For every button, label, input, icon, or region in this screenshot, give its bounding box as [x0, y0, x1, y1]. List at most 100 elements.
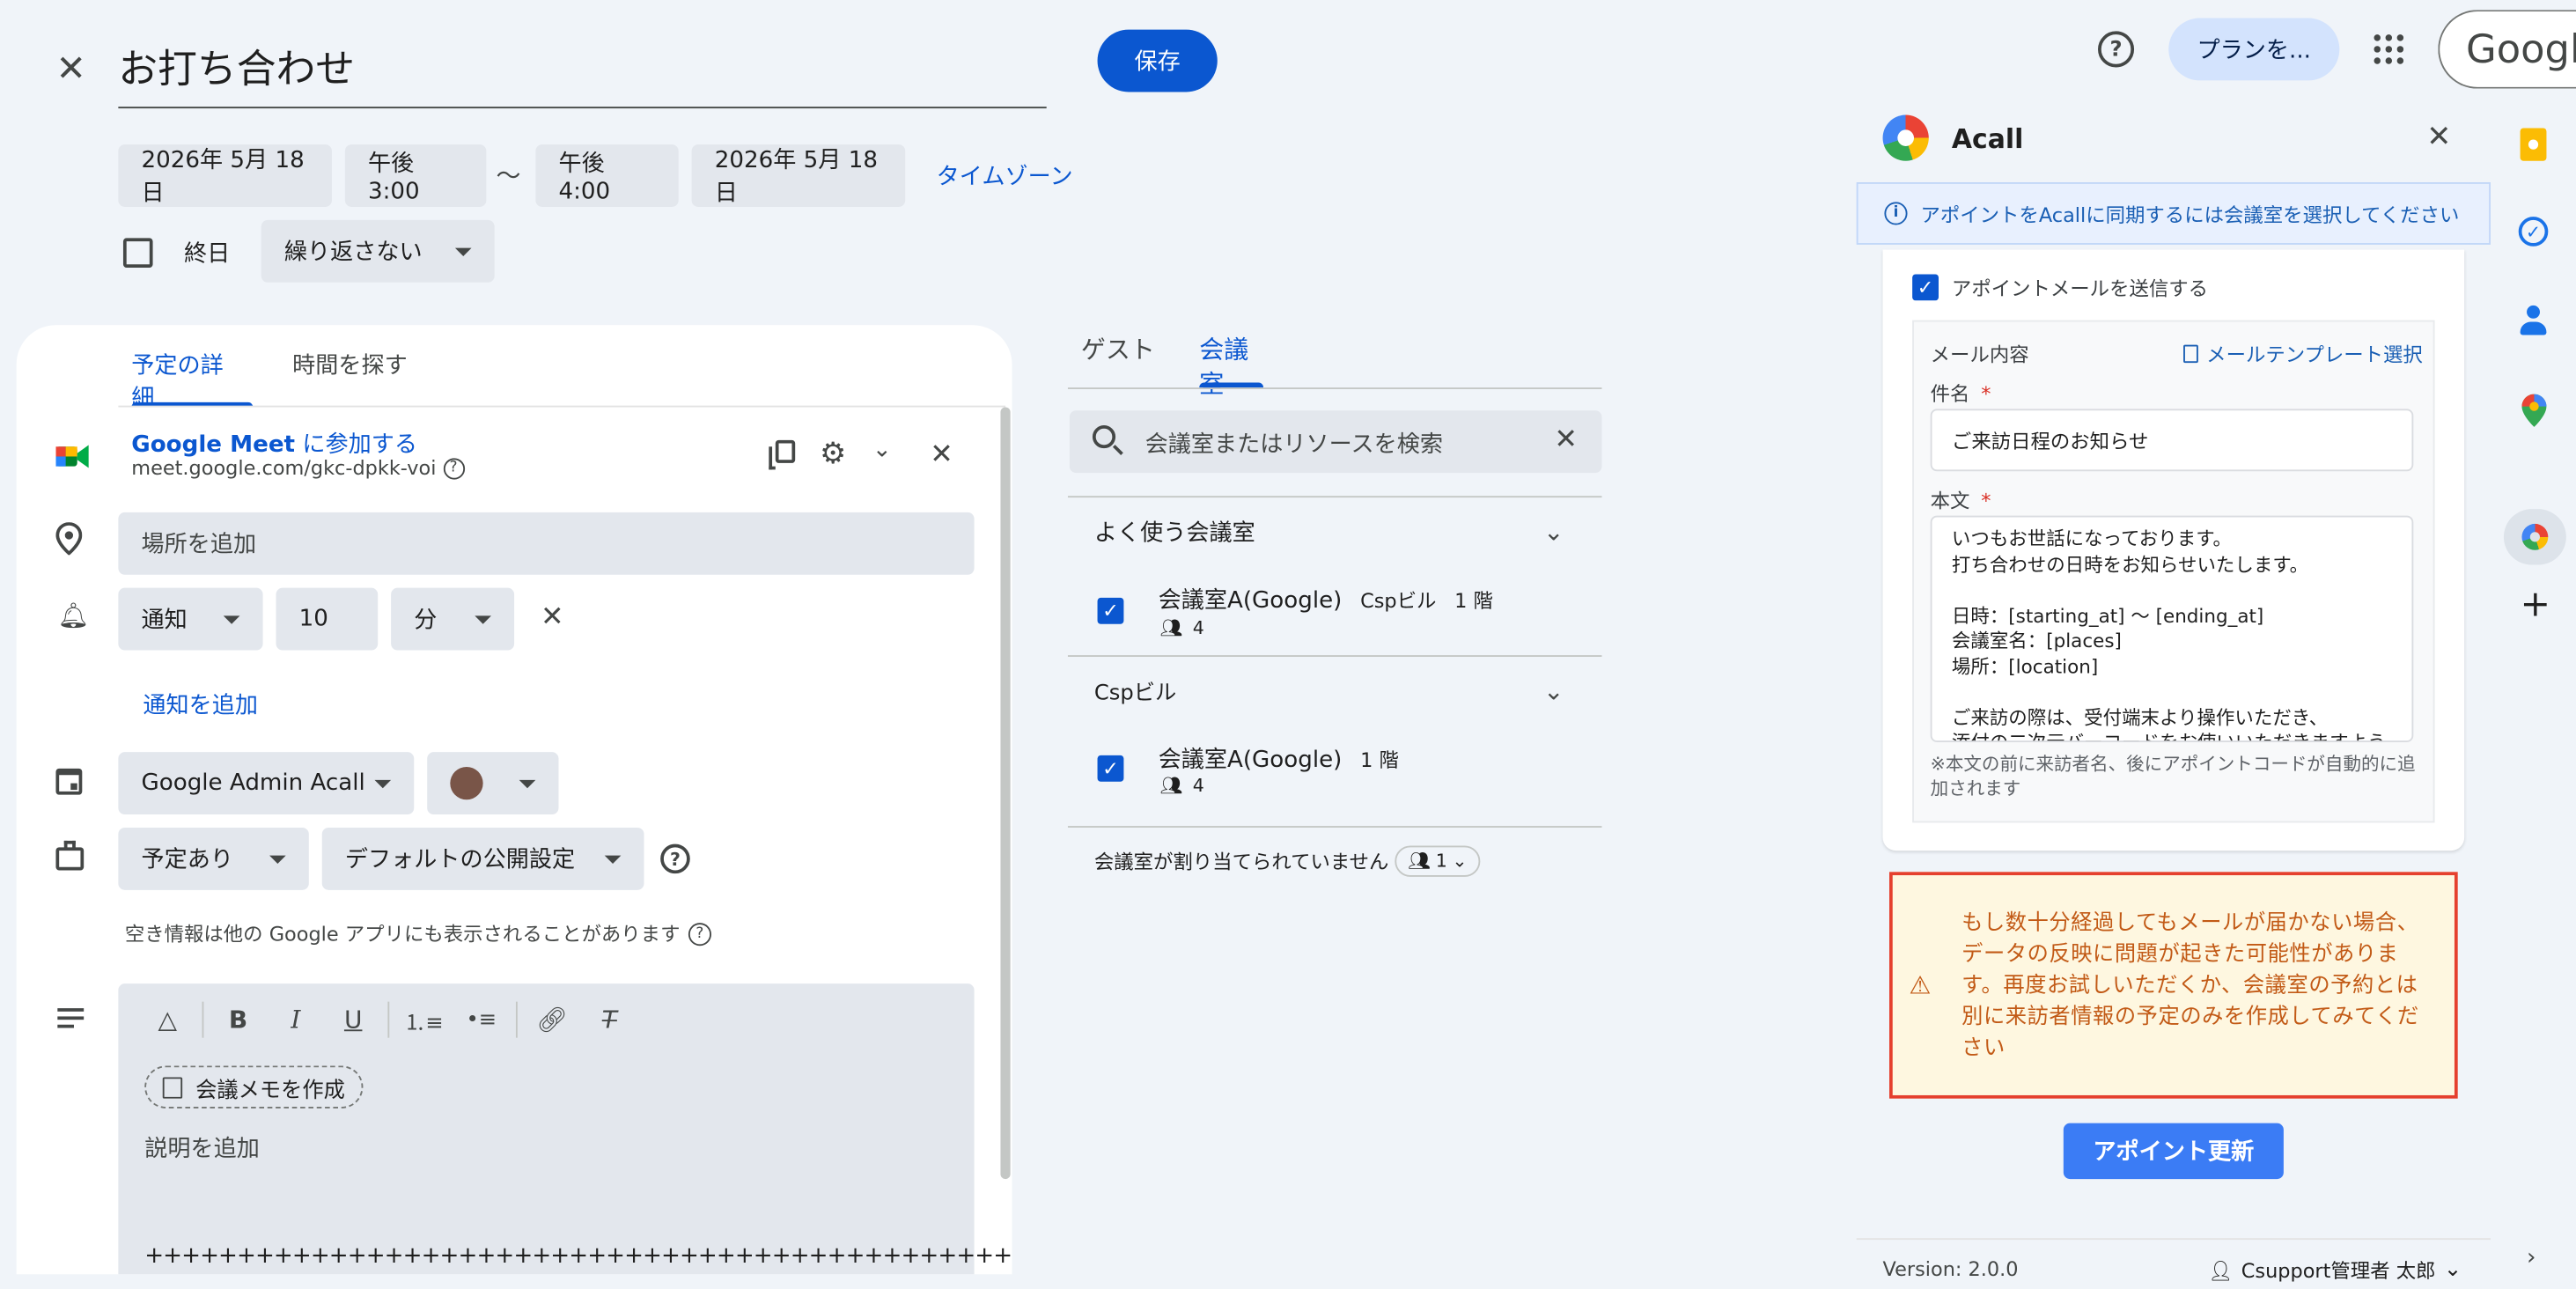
scrollbar[interactable] [1000, 407, 1011, 1180]
info-banner-text: アポイントをAcallに同期するには会議室を選択してください [1920, 203, 2460, 226]
link-icon[interactable]: 🔗︎ [529, 997, 575, 1042]
chevron-right-icon[interactable]: › [2527, 1245, 2536, 1271]
end-time-button[interactable]: 午後4:00 [535, 144, 679, 207]
location-pin-icon [55, 522, 83, 562]
apps-grid-icon[interactable] [2374, 34, 2404, 64]
start-time-button[interactable]: 午後3:00 [344, 144, 487, 207]
save-button[interactable]: 保存 [1097, 29, 1218, 92]
calendar-select[interactable]: Google Admin Acall [118, 752, 415, 815]
unassigned-guest-chip[interactable]: 👥︎ 1 ⌄ [1395, 845, 1481, 877]
add-notification-link[interactable]: 通知を追加 [143, 688, 258, 720]
chevron-down-icon [374, 778, 392, 788]
update-appointment-button[interactable]: アポイント更新 [2063, 1123, 2284, 1180]
plan-button[interactable]: プランを... [2168, 18, 2340, 81]
user-menu[interactable]: 👤︎ Csupport管理者 太郎 ⌄ [2208, 1256, 2462, 1285]
repeat-dropdown[interactable]: 繰り返さない [261, 219, 495, 283]
body-line: いつもお世話になっております。 [1951, 527, 2232, 550]
acall-app-icon[interactable] [2503, 509, 2566, 565]
title-text: お打ち合わせ [118, 46, 356, 92]
clear-search-icon[interactable]: ✕ [1554, 424, 1578, 456]
meet-join-link[interactable]: Google Meet に参加する [131, 427, 417, 460]
chevron-down-icon [604, 854, 622, 864]
notification-value-input[interactable]: 10 [276, 587, 379, 651]
room-search-input[interactable]: 会議室またはリソースを検索 ✕ [1069, 410, 1602, 474]
notification-type-dropdown[interactable]: 通知 [118, 587, 263, 651]
italic-icon[interactable]: I [273, 997, 319, 1042]
close-icon[interactable]: ✕ [541, 601, 564, 634]
underline-icon[interactable]: U [330, 997, 376, 1042]
divider [1067, 496, 1602, 498]
timezone-link[interactable]: タイムゾーン [937, 159, 1073, 192]
send-mail-checkbox[interactable]: ✓ [1912, 274, 1939, 301]
divider [1067, 655, 1602, 657]
tab-find-time[interactable]: 時間を探す [292, 348, 408, 380]
close-icon[interactable]: ✕ [930, 438, 953, 471]
location-input[interactable]: 場所を追加 [118, 512, 975, 575]
tasks-icon[interactable]: ✓ [2518, 217, 2549, 247]
chevron-down-icon: ⌄ [1543, 675, 1564, 706]
body-line: 添付の二次元バーコードをお使いいただきますよう [1952, 731, 2392, 740]
drive-icon[interactable]: △ [144, 997, 190, 1042]
divider [1067, 826, 1602, 828]
meet-url: meet.google.com/gkc-dpkk-voi ? [131, 456, 465, 480]
repeat-label: 繰り返さない [283, 239, 423, 267]
help-icon[interactable]: ? [688, 922, 711, 946]
mail-template-link[interactable]: メールテンプレート選択 [2183, 340, 2423, 368]
busy-status-dropdown[interactable]: 予定あり [118, 827, 309, 890]
close-icon[interactable]: ✕ [55, 49, 92, 92]
body-line: 打ち合わせの日時をお知らせいたします。 [1951, 552, 2309, 576]
maps-icon[interactable] [2521, 394, 2547, 434]
room1-checkbox[interactable]: ✓ [1097, 597, 1124, 624]
body-textarea[interactable]: いつもお世話になっております。 打ち合わせの日時をお知らせいたします。 日時：[… [1930, 515, 2414, 742]
visibility-dropdown[interactable]: デフォルトの公開設定 [321, 827, 644, 890]
body-line: 日時：[starting_at] 〜 [ending_at] [1951, 603, 2264, 627]
bulleted-list-icon[interactable]: •≡ [459, 997, 504, 1042]
gear-icon[interactable]: ⚙ [820, 437, 846, 471]
tab-divider [118, 405, 1006, 408]
close-icon[interactable]: ✕ [2426, 120, 2451, 154]
building-header[interactable]: Cspビル ⌄ [1094, 675, 1564, 706]
keep-icon[interactable] [2520, 128, 2547, 161]
help-icon[interactable]: ? [442, 457, 465, 479]
side-rail: ✓ + › [2491, 98, 2576, 1289]
frequent-rooms-header[interactable]: よく使う会議室 ⌄ [1094, 516, 1564, 549]
subject-input[interactable]: ご来訪日程のお知らせ [1930, 409, 2414, 472]
numbered-list-icon[interactable]: ⒈≡ [401, 997, 446, 1042]
all-day-checkbox[interactable] [122, 238, 153, 268]
meeting-notes-chip[interactable]: 会議メモを作成 [144, 1065, 364, 1109]
capacity-value: 4 [1192, 775, 1204, 797]
help-icon[interactable]: ? [660, 843, 690, 874]
event-color-select[interactable] [427, 752, 559, 815]
tab-event-details[interactable]: 予定の詳細 [131, 348, 254, 412]
clear-format-icon[interactable]: T [586, 997, 632, 1042]
bold-icon[interactable]: B [215, 997, 261, 1042]
tab-rooms[interactable]: 会議室 [1199, 332, 1264, 399]
google-meet-icon [55, 444, 89, 470]
google-account-button[interactable]: Google [2438, 10, 2576, 89]
mail-content-box: メール内容 メールテンプレート選択 件名 * ご来訪日程のお知らせ 本文 * い… [1912, 320, 2435, 823]
body-line: ご来訪の際は、受付端末より操作いただき、 [1951, 705, 2329, 729]
add-app-icon[interactable]: + [2521, 587, 2550, 624]
warning-box: ⚠ もし数十分経過してもメールが届かない場合、データの反映に問題が起きた可能性が… [1889, 872, 2458, 1099]
user-name: Csupport管理者 太郎 [2241, 1259, 2436, 1283]
room-name: 会議室A(Google) [1158, 587, 1343, 615]
start-date-button[interactable]: 2026年 5月 18日 [118, 144, 332, 207]
notification-type-label: 通知 [141, 608, 188, 634]
title-input[interactable]: お打ち合わせ [118, 36, 1047, 109]
contacts-icon[interactable] [2520, 305, 2547, 335]
copy-icon[interactable] [769, 439, 796, 470]
description-editor[interactable]: △ B I U ⒈≡ •≡ 🔗︎ T 会議メモを作成 説明を追加 +++++++… [118, 983, 1012, 1275]
tab-guests[interactable]: ゲスト [1081, 332, 1155, 366]
calendar-icon [55, 768, 83, 795]
subject-label: 件名 * [1931, 379, 1991, 408]
notification-unit-dropdown[interactable]: 分 [391, 587, 515, 651]
room2-checkbox[interactable]: ✓ [1097, 755, 1124, 782]
warning-text: もし数十分経過してもメールが届かない場合、データの反映に問題が起きた可能性があり… [1961, 911, 2419, 1061]
help-icon[interactable]: ? [2098, 31, 2135, 68]
chevron-down-icon[interactable]: ⌄ [872, 437, 892, 463]
location-placeholder: 場所を追加 [141, 532, 257, 559]
people-icon: 👥︎ [1159, 775, 1183, 797]
acall-logo-icon [1882, 114, 1929, 161]
end-date-button[interactable]: 2026年 5月 18日 [691, 144, 906, 207]
mail-settings-card: ✓ アポイントメールを送信する メール内容 メールテンプレート選択 件名 * ご… [1882, 249, 2465, 851]
